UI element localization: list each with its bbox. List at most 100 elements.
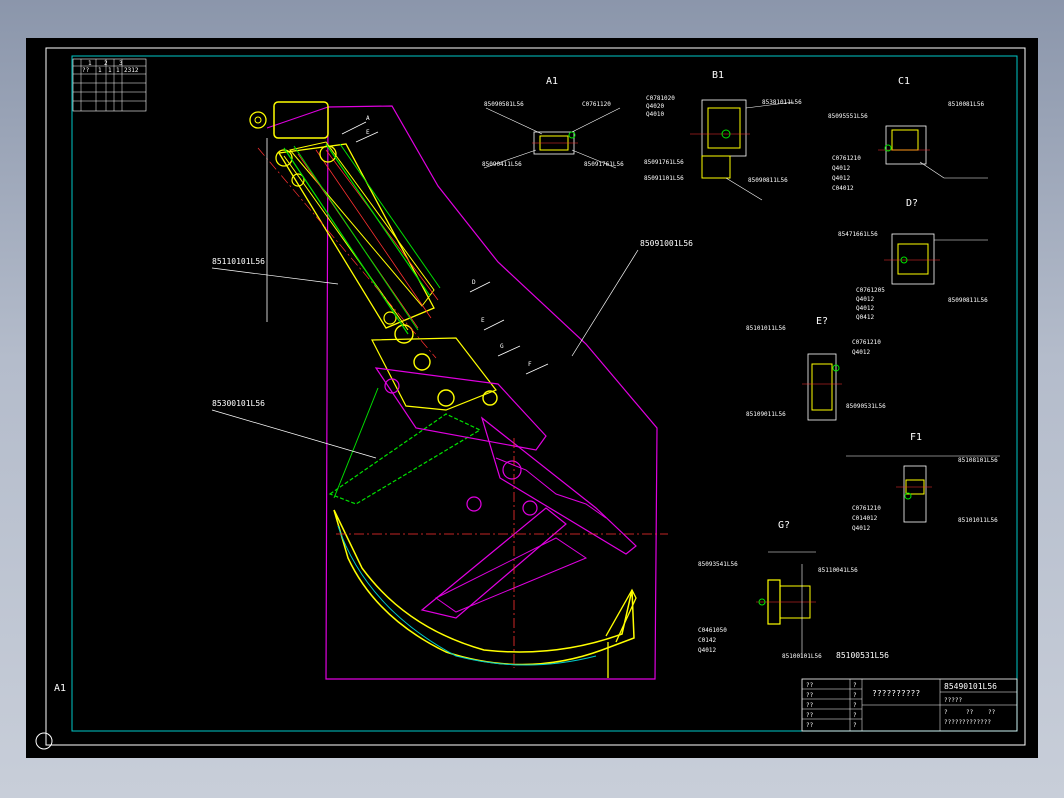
drawing-number: 85490101L56 bbox=[944, 682, 997, 691]
detail-view-e: E? 85101011L56 85109011L56 85090531L56 C… bbox=[746, 316, 886, 421]
detail-f-label-2: 85101011L56 bbox=[958, 517, 998, 524]
inner-frame bbox=[71, 55, 1018, 732]
detail-view-a: A1 85090581L56 C0761120 85090411L56 8509… bbox=[482, 76, 624, 169]
detail-f-label-1: 85108101L56 bbox=[958, 457, 998, 464]
detail-d-stack-3: Q4012 bbox=[856, 305, 874, 312]
detail-g-stack-3: Q4012 bbox=[698, 647, 716, 654]
scale-cell-2: ?? bbox=[966, 709, 974, 716]
revision-table: 1 2 3 ?? 1 1 1 2312 bbox=[72, 58, 147, 112]
rev-cell-4: 1 bbox=[116, 67, 120, 74]
role-mark-1: ? bbox=[853, 682, 857, 689]
view-title-g: G? bbox=[778, 520, 790, 531]
view-title-c: C1 bbox=[898, 76, 910, 87]
detail-g-stack-2: C0142 bbox=[698, 637, 716, 644]
detail-view-g: G? 85093541L56 85110041L56 85100531L56 8… bbox=[698, 520, 889, 660]
arrow-label-a: A bbox=[366, 115, 370, 122]
rev-cell-5: 2312 bbox=[124, 67, 139, 74]
detail-c-stack-2: Q4012 bbox=[832, 165, 850, 172]
arrow-label-f: F bbox=[528, 361, 532, 368]
drawing-name: ?????????? bbox=[872, 689, 920, 698]
detail-e-label-1: 85101011L56 bbox=[746, 325, 786, 332]
rev-header-3: 3 bbox=[119, 60, 123, 67]
detail-b-label-1: 85381011L56 bbox=[762, 99, 802, 106]
role-2: ?? bbox=[806, 692, 814, 699]
role-mark-2: ? bbox=[853, 692, 857, 699]
detail-b-stack-2: Q4020 bbox=[646, 103, 664, 110]
detail-c-label-1: 85095551L56 bbox=[828, 113, 868, 120]
arrow-label-e1: E bbox=[366, 129, 370, 136]
bucket-linkage bbox=[374, 367, 637, 619]
detail-view-c: C1 85095551L56 8510081L56 C0761210 Q4012… bbox=[828, 76, 988, 192]
detail-view-b: B1 C0781020 Q4020 Q4010 85381011L56 8509… bbox=[644, 70, 802, 201]
detail-a-label-3: 85090411L56 bbox=[482, 161, 522, 168]
role-mark-5: ? bbox=[853, 722, 857, 729]
section-arrows: A E D E G F bbox=[341, 115, 549, 375]
origin-marker bbox=[35, 732, 53, 750]
arrow-label-d: D bbox=[472, 279, 476, 286]
view-title-e: E? bbox=[816, 316, 828, 327]
detail-b-label-2: 85091761L56 bbox=[644, 159, 684, 166]
detail-c-stack-3: Q4012 bbox=[832, 175, 850, 182]
arrow-label-e2: E bbox=[481, 317, 485, 324]
role-1: ?? bbox=[806, 682, 814, 689]
view-title-a: A1 bbox=[546, 76, 558, 87]
detail-g-label-2: 85110041L56 bbox=[818, 567, 858, 574]
view-title-f: F1 bbox=[910, 432, 922, 443]
view-title-b: B1 bbox=[712, 70, 724, 81]
scale-cell-1: ? bbox=[944, 709, 948, 716]
role-mark-3: ? bbox=[853, 702, 857, 709]
detail-d-stack-1: C0761205 bbox=[856, 287, 885, 294]
detail-b-stack-1: C0781020 bbox=[646, 95, 675, 102]
detail-view-d: D? 85471661L56 85090811L56 C0761205 Q401… bbox=[838, 198, 988, 321]
cad-drawing: A1 1 2 3 ?? 1 1 1 2312 A E D E G F 85110… bbox=[35, 47, 1026, 750]
title-block: ?? ?? ?? ?? ?? ? ? ? ? ? ?????????? 8549… bbox=[801, 678, 1018, 732]
rev-header-2: 2 bbox=[104, 60, 108, 67]
detail-b-stack-3: Q4010 bbox=[646, 111, 664, 118]
detail-g-label-3: 85100531L56 bbox=[836, 651, 889, 660]
rev-header-1: 1 bbox=[88, 60, 92, 67]
detail-f-stack-3: Q4012 bbox=[852, 525, 870, 532]
detail-a-label-2: C0761120 bbox=[582, 101, 611, 108]
detail-b-label-3: 85091101L56 bbox=[644, 175, 684, 182]
detail-d-label-2: 85090811L56 bbox=[948, 297, 988, 304]
detail-g-stack-1: C0461050 bbox=[698, 627, 727, 634]
drawing-sheet: A1 1 2 3 ?? 1 1 1 2312 A E D E G F 85110… bbox=[26, 38, 1038, 758]
detail-e-stack-2: Q4012 bbox=[852, 349, 870, 356]
sheet-size-label: A1 bbox=[54, 683, 66, 694]
detail-g-label-1: 85093541L56 bbox=[698, 561, 738, 568]
detail-e-stack-1: C0761210 bbox=[852, 339, 881, 346]
role-mark-4: ? bbox=[853, 712, 857, 719]
rev-cell-3: 1 bbox=[108, 67, 112, 74]
detail-view-f: F1 85108101L56 85101011L56 C0761210 C014… bbox=[846, 432, 1000, 532]
drawing-subname: ????? bbox=[944, 697, 962, 704]
detail-e-label-2: 85109011L56 bbox=[746, 411, 786, 418]
arm-linkage bbox=[249, 101, 498, 411]
rev-cell-2: 1 bbox=[98, 67, 102, 74]
detail-b-label-4: 85090811L56 bbox=[748, 177, 788, 184]
arrow-label-g: G bbox=[500, 343, 504, 350]
detail-d-label-1: 85471661L56 bbox=[838, 231, 878, 238]
detail-a-label-1: 85090581L56 bbox=[484, 101, 524, 108]
role-5: ?? bbox=[806, 722, 814, 729]
detail-d-stack-2: Q4012 bbox=[856, 296, 874, 303]
detail-c-label-2: 8510081L56 bbox=[948, 101, 985, 108]
role-4: ?? bbox=[806, 712, 814, 719]
detail-g-label-4: 85100101L56 bbox=[782, 653, 822, 660]
rev-cell-1: ?? bbox=[82, 67, 90, 74]
main-assembly-view: A E D E G F 85110101L56 85300101L56 8509… bbox=[211, 101, 693, 680]
company-name: ????????????? bbox=[944, 719, 991, 726]
callout-cover: 85091001L56 bbox=[640, 239, 693, 248]
callout-bucket: 85300101L56 bbox=[212, 399, 265, 408]
detail-e-label-3: 85090531L56 bbox=[846, 403, 886, 410]
detail-f-stack-1: C0761210 bbox=[852, 505, 881, 512]
detail-f-stack-2: C014012 bbox=[852, 515, 878, 522]
callout-upper-arm: 85110101L56 bbox=[212, 257, 265, 266]
detail-d-stack-4: Q0412 bbox=[856, 314, 874, 321]
detail-c-stack-4: C04012 bbox=[832, 185, 854, 192]
scale-cell-3: ?? bbox=[988, 709, 996, 716]
detail-a-label-4: 85091761L56 bbox=[584, 161, 624, 168]
outer-border bbox=[45, 47, 1026, 746]
detail-c-stack-1: C0761210 bbox=[832, 155, 861, 162]
role-3: ?? bbox=[806, 702, 814, 709]
view-title-d: D? bbox=[906, 198, 918, 209]
